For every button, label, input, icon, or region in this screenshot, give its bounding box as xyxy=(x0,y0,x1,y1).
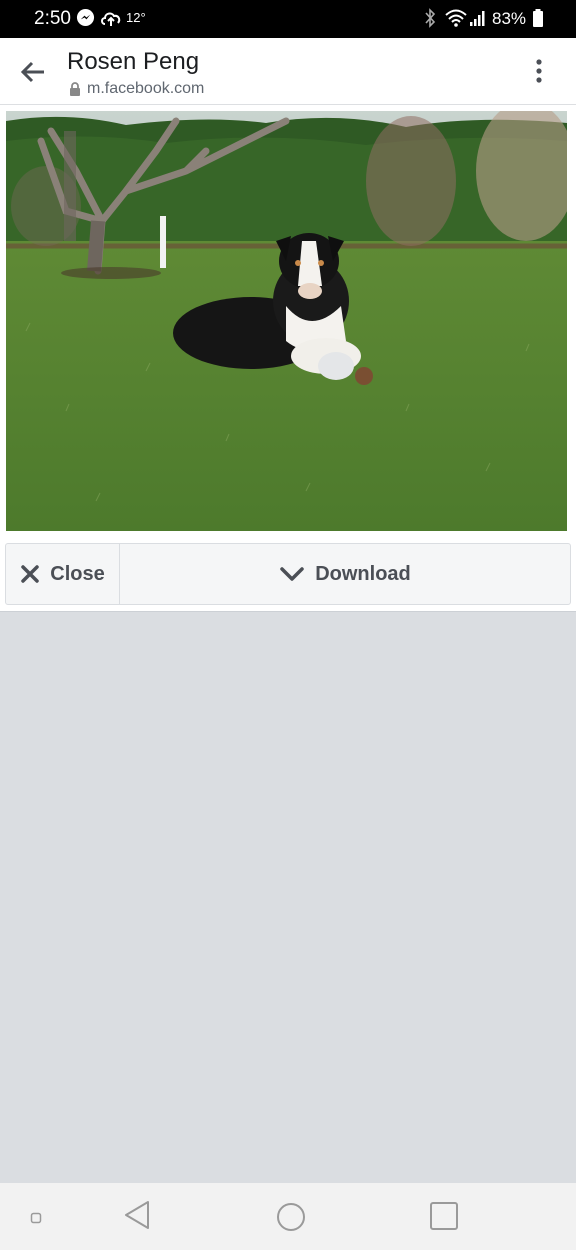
close-button[interactable]: Close xyxy=(6,544,120,604)
browser-header: Rosen Peng m.facebook.com xyxy=(0,38,576,105)
photo-card: Close Download xyxy=(0,105,576,612)
nav-home-icon[interactable] xyxy=(275,1201,307,1238)
dog-photo xyxy=(6,111,567,531)
nav-recents-icon[interactable] xyxy=(429,1201,459,1236)
close-icon xyxy=(21,565,40,583)
cloud-upload-icon xyxy=(99,8,123,33)
more-options-icon[interactable] xyxy=(528,56,550,86)
page-url: m.facebook.com xyxy=(87,80,205,97)
download-label: Download xyxy=(315,562,411,585)
status-battery-percent: 83% xyxy=(492,9,527,28)
status-bar: 2:50 12° 83% xyxy=(0,0,576,38)
url-row: m.facebook.com xyxy=(69,80,204,98)
signal-icon xyxy=(468,8,488,33)
messenger-icon xyxy=(76,8,95,32)
status-temperature: 12° xyxy=(126,10,146,25)
lock-icon xyxy=(69,82,81,96)
status-time: 2:50 xyxy=(34,8,71,29)
wifi-icon xyxy=(444,8,468,33)
back-arrow-icon[interactable] xyxy=(20,60,46,84)
chevron-down-icon xyxy=(280,567,304,581)
close-label: Close xyxy=(50,562,105,585)
battery-icon xyxy=(532,8,544,33)
bluetooth-icon xyxy=(424,8,436,33)
photo-actions-bar: Close Download xyxy=(5,543,571,605)
notification-dot-icon xyxy=(30,1211,42,1229)
page-title: Rosen Peng xyxy=(67,48,200,75)
system-nav-bar xyxy=(0,1183,576,1250)
download-button[interactable]: Download xyxy=(120,544,570,604)
nav-back-icon[interactable] xyxy=(122,1199,152,1236)
